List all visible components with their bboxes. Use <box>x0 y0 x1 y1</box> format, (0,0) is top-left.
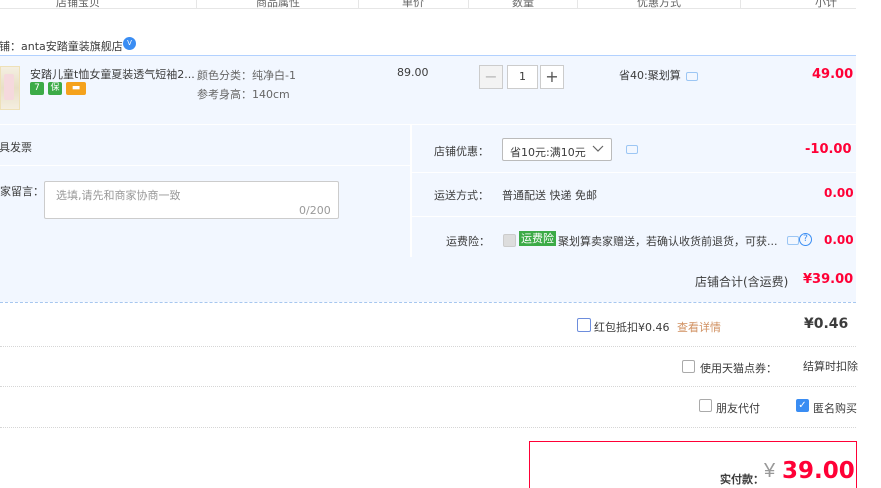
guarantee-icon[interactable]: 保 <box>48 82 62 95</box>
seven-day-return-icon[interactable]: 7 <box>30 82 44 95</box>
tmall-points-checkbox[interactable] <box>682 360 695 373</box>
credit-card-icon[interactable]: ▬ <box>66 82 86 95</box>
panel-divider <box>0 165 410 166</box>
chat-icon[interactable] <box>686 72 698 81</box>
payment-label: 实付款： <box>720 473 764 486</box>
shop-verified-icon: V <box>123 37 136 50</box>
header-divider <box>468 0 469 8</box>
header-divider <box>577 0 578 8</box>
panel-divider <box>410 125 412 257</box>
tmall-points-label: 使用天猫点券： <box>700 362 777 375</box>
insurance-checkbox[interactable] <box>503 234 516 247</box>
red-packet-details-link[interactable]: 查看详情 <box>677 319 721 335</box>
chat-icon[interactable] <box>787 236 799 245</box>
shop-total-border <box>0 302 856 303</box>
sku-height: 参考身高：140cm <box>197 88 290 101</box>
insurance-label: 运费险： <box>446 235 490 248</box>
chat-icon[interactable] <box>626 145 638 154</box>
row-divider <box>0 386 856 387</box>
payment-amount: 39.00 <box>782 458 855 484</box>
insurance-description: 聚划算卖家赠送，若确认收货前退货，可获... <box>558 235 778 248</box>
header-divider-line <box>0 8 856 9</box>
anonymous-checkbox[interactable]: ✓ <box>796 399 809 412</box>
anonymous-label: 匿名购买 <box>813 402 857 415</box>
coupon-label: 店铺优惠： <box>434 145 489 158</box>
shop-total-label: 店铺合计(含运费) <box>695 275 789 289</box>
product-thumbnail-detail <box>4 74 14 100</box>
quantity-input[interactable]: 1 <box>507 65 538 89</box>
tmall-points-note: 结算时扣除 <box>803 360 858 373</box>
quantity-decrement-button[interactable]: − <box>479 65 503 89</box>
shipping-amount: 0.00 <box>824 186 854 200</box>
payment-currency: ¥ <box>764 460 776 482</box>
quantity-increment-button[interactable]: + <box>540 65 564 89</box>
shop-name-link[interactable]: 店铺：anta安踏童装旗舰店 <box>0 38 123 54</box>
panel-divider <box>412 172 856 173</box>
header-divider <box>740 0 741 8</box>
coupon-select-value: 省10元:满10元 <box>510 146 586 159</box>
discount-promo: 省40:聚划算 <box>619 69 681 82</box>
row-divider <box>0 346 856 347</box>
insurance-badge: 运费险 <box>519 231 556 246</box>
message-label: 给卖家留言： <box>0 185 44 198</box>
unit-price: 89.00 <box>397 66 429 79</box>
friend-pay-label: 朋友代付 <box>716 402 760 415</box>
sku-color: 颜色分类：纯净白-1 <box>197 69 296 82</box>
row-divider <box>0 427 856 428</box>
item-subtotal: 49.00 <box>812 67 854 82</box>
shipping-label: 运送方式： <box>434 189 489 202</box>
red-packet-checkbox[interactable] <box>577 318 591 332</box>
coupon-amount: -10.00 <box>805 142 852 157</box>
red-packet-amount: ¥0.46 <box>804 316 849 332</box>
header-divider <box>196 0 197 8</box>
shop-total-value: ¥39.00 <box>803 272 854 287</box>
help-icon[interactable]: ? <box>799 233 812 246</box>
chevron-down-icon <box>592 145 604 152</box>
product-title-link[interactable]: 安踏儿童t恤女童夏装透气短袖2... <box>30 66 195 82</box>
panel-divider <box>412 216 856 217</box>
message-char-count: 0/200 <box>299 204 331 217</box>
header-divider <box>358 0 359 8</box>
friend-pay-checkbox[interactable] <box>699 399 712 412</box>
shipping-method: 普通配送 快递 免邮 <box>502 189 597 202</box>
insurance-amount: 0.00 <box>824 233 854 247</box>
invoice-label[interactable]: 开具发票 <box>0 139 32 155</box>
message-placeholder: 选填,请先和商家协商一致 <box>56 189 181 202</box>
red-packet-label: 红包抵扣¥0.46 <box>594 321 670 334</box>
